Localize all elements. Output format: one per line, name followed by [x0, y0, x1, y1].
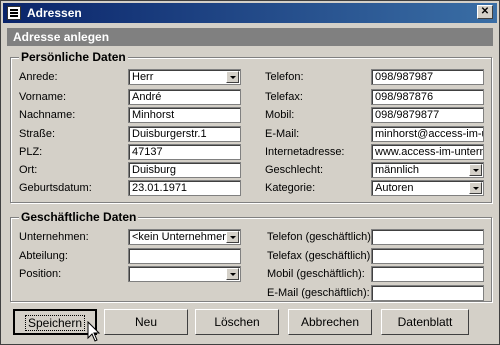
business-data-title: Geschäftliche Daten	[19, 210, 139, 224]
mobil-geschaeftlich-field[interactable]	[371, 266, 484, 282]
telefon-label: Telefon:	[265, 71, 304, 83]
telefon-geschaeftlich-field[interactable]	[371, 229, 484, 245]
telefon-geschaeftlich-label: Telefon (geschäftlich):	[267, 231, 374, 243]
geschlecht-dropdown-icon[interactable]	[469, 164, 482, 176]
abteilung-field[interactable]	[128, 248, 241, 264]
nachname-label: Nachname:	[19, 109, 76, 121]
abbrechen-button[interactable]: Abbrechen	[288, 309, 372, 335]
telefax-field[interactable]: 098/987876	[371, 89, 484, 105]
position-label: Position:	[19, 268, 62, 280]
mobil-geschaeftlich-label: Mobil (geschäftlich):	[267, 268, 365, 280]
anrede-select[interactable]: Herr	[128, 69, 241, 85]
form-header: Adresse anlegen	[7, 28, 493, 46]
internet-label: Internetadresse:	[265, 146, 345, 158]
mobil-label: Mobil:	[265, 109, 295, 121]
anrede-label: Anrede:	[19, 71, 58, 83]
form-icon	[7, 6, 21, 20]
personal-data-title: Persönliche Daten	[19, 50, 128, 64]
email-field[interactable]: minhorst@access-im-un	[371, 126, 484, 142]
geschlecht-label: Geschlecht:	[265, 164, 324, 176]
kategorie-select[interactable]: Autoren	[371, 180, 484, 196]
vorname-label: Vorname:	[19, 91, 67, 103]
mobil-field[interactable]: 098/9879877	[371, 107, 484, 123]
neu-button[interactable]: Neu	[104, 309, 188, 335]
nachname-field[interactable]: Minhorst	[128, 107, 241, 123]
position-dropdown-icon[interactable]	[226, 268, 239, 280]
geburtsdatum-field[interactable]: 23.01.1971	[128, 180, 241, 196]
ort-field[interactable]: Duisburg	[128, 162, 241, 178]
vorname-field[interactable]: André	[128, 89, 241, 105]
internet-field[interactable]: www.access-im-unterne	[371, 144, 484, 160]
anrede-dropdown-icon[interactable]	[226, 71, 239, 83]
position-select[interactable]	[128, 266, 241, 282]
loeschen-button[interactable]: Löschen	[195, 309, 279, 335]
address-window: Adressen ✕ Adresse anlegen Persönliche D…	[0, 0, 500, 345]
unternehmen-label: Unternehmen:	[19, 231, 89, 243]
close-button[interactable]: ✕	[477, 5, 493, 19]
email-geschaeftlich-field[interactable]	[371, 285, 484, 301]
unternehmen-dropdown-icon[interactable]	[226, 231, 239, 243]
plz-field[interactable]: 47137	[128, 144, 241, 160]
unternehmen-select[interactable]: <kein Unternehmen	[128, 229, 241, 245]
kategorie-dropdown-icon[interactable]	[469, 182, 482, 194]
telefax-geschaeftlich-field[interactable]	[371, 248, 484, 264]
email-geschaeftlich-label: E-Mail (geschäftlich):	[267, 287, 370, 299]
plz-label: PLZ:	[19, 146, 43, 158]
title-bar[interactable]: Adressen ✕	[3, 3, 497, 23]
telefon-field[interactable]: 098/987987	[371, 69, 484, 85]
ort-label: Ort:	[19, 164, 38, 176]
telefax-geschaeftlich-label: Telefax (geschäftlich):	[267, 250, 374, 262]
abteilung-label: Abteilung:	[19, 250, 68, 262]
telefax-label: Telefax:	[265, 91, 303, 103]
email-label: E-Mail:	[265, 128, 300, 140]
window-title: Adressen	[27, 6, 82, 20]
strasse-label: Straße:	[19, 128, 56, 140]
speichern-button[interactable]: Speichern	[13, 309, 97, 335]
mouse-pointer-icon	[87, 321, 101, 342]
geschlecht-select[interactable]: männlich	[371, 162, 484, 178]
kategorie-label: Kategorie:	[265, 182, 316, 194]
strasse-field[interactable]: Duisburgerstr.1	[128, 126, 241, 142]
datenblatt-button[interactable]: Datenblatt	[381, 309, 469, 335]
geburtsdatum-label: Geburtsdatum:	[19, 182, 92, 194]
